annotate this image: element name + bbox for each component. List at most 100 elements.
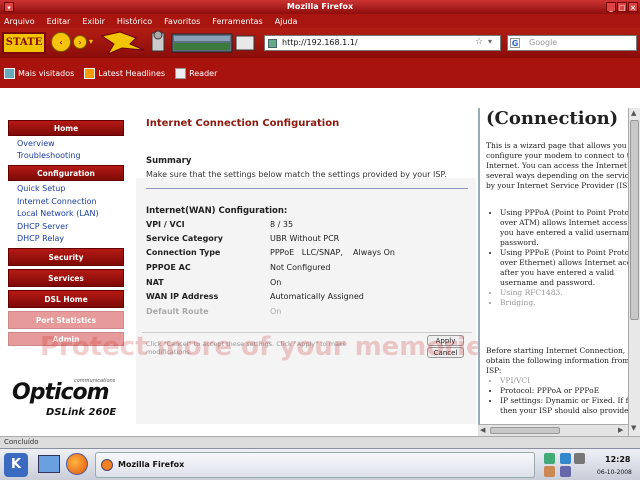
help-intro: This is a wizard page that allows you to… bbox=[486, 141, 628, 190]
list-item: IP settings: Dynamic or Fixed. If fixed,… bbox=[500, 396, 628, 416]
scoreboard-icon bbox=[235, 35, 255, 51]
clock-time[interactable]: 12:28 bbox=[605, 455, 630, 464]
nav-home[interactable]: Home bbox=[8, 120, 124, 136]
list-item: Protocol: PPPoA or PPPoE bbox=[500, 386, 628, 396]
row-value: UBR Without PCR bbox=[270, 234, 340, 243]
summary-text: Make sure that the settings below match … bbox=[146, 170, 447, 179]
scroll-left-icon[interactable]: ◀ bbox=[480, 426, 485, 434]
window-title: Mozilla Firefox bbox=[286, 2, 354, 11]
list-item: Using PPPoA (Point to Point Protocol ove… bbox=[500, 208, 628, 248]
address-text: http://192.168.1.1/ bbox=[282, 38, 358, 47]
bookmark-latest-headlines[interactable]: Latest Headlines bbox=[84, 67, 165, 79]
tray-update-icon[interactable] bbox=[560, 453, 571, 464]
window-menu-icon[interactable]: ▾ bbox=[4, 2, 14, 12]
wan-section-heading: Internet(WAN) Configuration: bbox=[146, 206, 288, 216]
help-horizontal-scrollbar[interactable]: ◀ ▶ bbox=[478, 424, 628, 436]
menu-editar[interactable]: Editar bbox=[47, 17, 71, 26]
tray-network-icon[interactable] bbox=[544, 453, 555, 464]
nav-dhcp-relay[interactable]: DHCP Relay bbox=[17, 234, 64, 243]
nav-dhcp-server[interactable]: DHCP Server bbox=[17, 222, 68, 231]
list-item: Using RFC1483. bbox=[500, 288, 628, 298]
status-bar: Concluído bbox=[0, 436, 640, 448]
history-dropdown-icon[interactable]: ▾ bbox=[89, 37, 97, 47]
row-value: On bbox=[270, 278, 282, 287]
page-content: Home Overview Troubleshooting Configurat… bbox=[0, 108, 628, 424]
address-bar[interactable]: http://192.168.1.1/ ☆ ▾ bbox=[264, 35, 501, 51]
forward-button[interactable]: › bbox=[73, 35, 87, 49]
nav-troubleshooting[interactable]: Troubleshooting bbox=[17, 151, 81, 160]
cyclone-bird-icon bbox=[100, 31, 145, 56]
page-title: Internet Connection Configuration bbox=[146, 118, 340, 129]
tray-clipboard-icon[interactable] bbox=[544, 466, 555, 477]
bookmark-mais-visitados[interactable]: Mais visitados bbox=[4, 67, 74, 79]
main-header: Internet Connection Configuration bbox=[136, 108, 476, 178]
watermark-text: Protect more of your memories bbox=[40, 332, 500, 362]
nav-security[interactable]: Security bbox=[8, 248, 124, 266]
nav-dsl-home[interactable]: DSL Home bbox=[8, 290, 124, 308]
summary-label: Summary bbox=[146, 156, 192, 166]
row-label: Service Category bbox=[146, 234, 223, 243]
tray-battery-icon[interactable] bbox=[560, 466, 571, 477]
row-value: PPPoE LLC/SNAP, Always On bbox=[270, 248, 395, 257]
url-dropdown-icon[interactable]: ▾ bbox=[488, 37, 492, 46]
google-icon[interactable]: G bbox=[510, 38, 520, 48]
help-heading: (Connection) bbox=[486, 108, 619, 129]
nav-quick-setup[interactable]: Quick Setup bbox=[17, 184, 65, 193]
help-pane: (Connection) This is a wizard page that … bbox=[478, 108, 628, 424]
task-button-firefox[interactable]: Mozilla Firefox bbox=[95, 452, 535, 478]
firefox-launcher-icon[interactable] bbox=[66, 453, 88, 475]
menu-exibir[interactable]: Exibir bbox=[82, 17, 105, 26]
kde-menu-icon[interactable]: K bbox=[4, 453, 28, 477]
row-label: Connection Type bbox=[146, 248, 221, 257]
scroll-right-icon[interactable]: ▶ bbox=[618, 426, 623, 434]
navigation-toolbar: STATE ‹ › ▾ http://192.168.1.1/ ☆ ▾ G Go… bbox=[0, 28, 640, 58]
bookmark-star-icon[interactable]: ☆ bbox=[475, 37, 483, 47]
nav-internet-connection[interactable]: Internet Connection bbox=[17, 197, 97, 206]
menu-arquivo[interactable]: Arquivo bbox=[4, 17, 35, 26]
bookmark-reader[interactable]: Reader bbox=[175, 67, 217, 79]
desktop-taskbar: K Mozilla Firefox 12:28 06-10-2008 bbox=[0, 448, 640, 480]
row-label: NAT bbox=[146, 278, 164, 287]
menu-ajuda[interactable]: Ajuda bbox=[275, 17, 298, 26]
router-sidebar: Home Overview Troubleshooting Configurat… bbox=[0, 108, 136, 424]
bookmarks-toolbar: Mais visitados Latest Headlines Reader bbox=[0, 58, 640, 88]
menu-favoritos[interactable]: Favoritos bbox=[164, 17, 200, 26]
minimize-icon[interactable]: _ bbox=[606, 2, 616, 12]
list-item: Using PPPoE (Point to Point Protocol ove… bbox=[500, 248, 628, 288]
close-icon[interactable]: × bbox=[628, 2, 638, 12]
clock-date[interactable]: 06-10-2008 bbox=[597, 469, 632, 476]
maximize-icon[interactable]: □ bbox=[617, 2, 627, 12]
bookmark-folder-icon bbox=[4, 67, 15, 79]
row-label: VPI / VCI bbox=[146, 220, 185, 229]
menu-ferramentas[interactable]: Ferramentas bbox=[212, 17, 262, 26]
task-label: Mozilla Firefox bbox=[118, 460, 185, 469]
nav-services[interactable]: Services bbox=[8, 269, 124, 287]
search-box[interactable]: G Google bbox=[507, 35, 637, 51]
back-button[interactable]: ‹ bbox=[51, 32, 71, 52]
scroll-thumb[interactable] bbox=[630, 120, 639, 320]
forward-arrow-icon: › bbox=[78, 38, 82, 47]
row-value: Not Configured bbox=[270, 263, 331, 272]
search-placeholder: Google bbox=[529, 38, 558, 47]
scroll-up-icon[interactable]: ▲ bbox=[631, 109, 636, 117]
help-before: Before starting Internet Connection, ple… bbox=[486, 346, 628, 375]
row-value: On bbox=[270, 307, 282, 316]
tray-volume-icon[interactable] bbox=[574, 453, 585, 464]
nav-configuration[interactable]: Configuration bbox=[8, 165, 124, 181]
scroll-down-icon[interactable]: ▼ bbox=[631, 424, 636, 432]
nav-local-network[interactable]: Local Network (LAN) bbox=[17, 209, 99, 218]
list-item: VPI/VCI bbox=[500, 376, 628, 386]
nav-overview[interactable]: Overview bbox=[17, 139, 55, 148]
menu-historico[interactable]: Histórico bbox=[117, 17, 152, 26]
team-logo: STATE bbox=[2, 32, 46, 54]
rss-feed-icon bbox=[84, 67, 96, 79]
list-item: Bridging. bbox=[500, 298, 628, 308]
window-title-bar: Mozilla Firefox ▾ _ □ × bbox=[0, 0, 640, 14]
nav-port-statistics[interactable]: Port Statistics bbox=[8, 311, 124, 329]
row-value: Automatically Assigned bbox=[270, 292, 364, 301]
scroll-thumb[interactable] bbox=[490, 427, 560, 434]
show-desktop-icon[interactable] bbox=[38, 455, 60, 473]
row-label: WAN IP Address bbox=[146, 292, 219, 301]
help-method-list: Using PPPoA (Point to Point Protocol ove… bbox=[478, 208, 628, 308]
page-vertical-scrollbar[interactable]: ▲ ▼ bbox=[628, 108, 640, 436]
